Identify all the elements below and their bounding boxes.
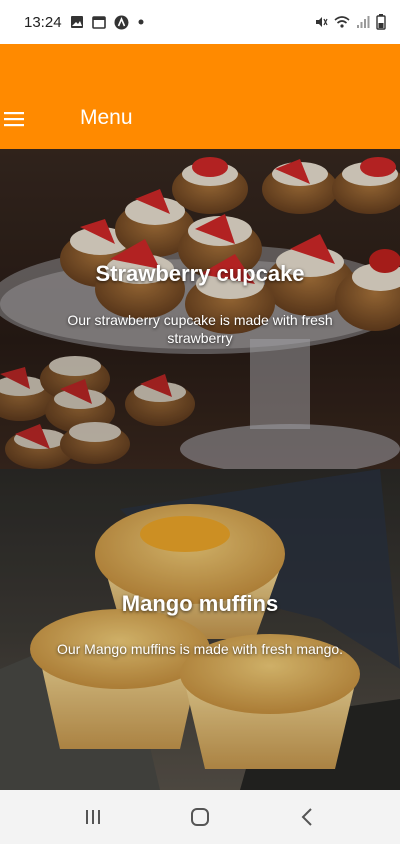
recents-button[interactable] (73, 797, 113, 837)
status-bar: 13:24 (0, 0, 400, 44)
dot-icon (138, 19, 144, 25)
battery-icon (376, 14, 386, 30)
hamburger-icon (4, 112, 24, 127)
back-button[interactable] (287, 797, 327, 837)
status-time: 13:24 (24, 13, 62, 31)
recents-icon (86, 810, 101, 824)
signal-icon (357, 16, 370, 28)
system-nav-bar (0, 790, 400, 844)
item-description: Our Mango muffins is made with fresh man… (56, 641, 344, 657)
menu-button[interactable] (0, 104, 30, 134)
menu-item-card[interactable]: Strawberry cupcake Our strawberry cupcak… (0, 149, 400, 469)
app-title: Menu (80, 106, 133, 129)
home-button[interactable] (180, 797, 220, 837)
back-icon (301, 808, 312, 826)
item-description: Our strawberry cupcake is made with fres… (67, 312, 333, 346)
mute-icon (316, 17, 328, 27)
app-icon (114, 15, 129, 29)
wifi-icon (334, 16, 350, 28)
item-title: Mango muffins (121, 591, 279, 616)
home-icon (190, 808, 209, 826)
menu-item-card[interactable]: Mango muffins Our Mango muffins is made … (0, 469, 400, 790)
calendar-icon (91, 16, 106, 29)
strawberry-cupcakes-photo (0, 149, 400, 469)
item-title: Strawberry cupcake (95, 261, 305, 286)
image-icon (70, 16, 83, 28)
mango-muffins-photo (0, 469, 400, 790)
app-bar: Menu (0, 44, 400, 149)
